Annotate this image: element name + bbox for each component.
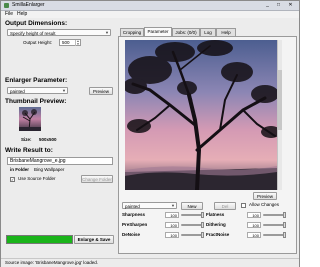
progress-bar: [6, 235, 73, 244]
flatness-value[interactable]: 100: [247, 212, 261, 218]
chevron-down-icon: ▼: [171, 203, 175, 208]
preset-value: painted: [10, 89, 25, 94]
maximize-button[interactable]: □: [274, 2, 283, 8]
output-height-label: Output Height:: [23, 40, 53, 45]
denoise-label: DeNoise: [122, 232, 141, 237]
window-title: SmillaEnlarger: [12, 2, 45, 8]
presharpen-slider-handle[interactable]: [201, 222, 204, 228]
dimension-mode-value: Specify height of result: [10, 31, 56, 36]
output-height-spinbox[interactable]: 500 ▲ ▼: [59, 39, 81, 46]
in-folder-label: in Folder: [10, 167, 29, 172]
minimize-button[interactable]: _: [263, 2, 272, 8]
scrollbar-thumb[interactable]: [278, 70, 282, 130]
fractnoise-value[interactable]: 100: [247, 232, 261, 238]
sharpness-label: Sharpness: [122, 212, 146, 217]
presharpen-value[interactable]: 100: [165, 222, 179, 228]
parameter-preset-select[interactable]: painted ▼: [122, 202, 177, 209]
chevron-down-icon: ▼: [62, 88, 66, 93]
parameter-preset-value: painted: [125, 204, 140, 209]
enlarger-parameter-heading: Enlarger Parameter:: [5, 77, 68, 84]
tab-log[interactable]: Log: [200, 28, 216, 36]
preview-button[interactable]: Preview: [253, 192, 277, 200]
status-text: Source image: 'BrisbaneMangrove.jpg' loa…: [5, 260, 99, 265]
flatness-slider[interactable]: [263, 212, 286, 218]
progress-fill: [7, 236, 72, 243]
output-filename-field[interactable]: BrisbaneMangrove_e.jpg: [7, 157, 113, 165]
use-source-folder-label: Use Source Folder: [18, 176, 56, 181]
close-button[interactable]: ✕: [286, 2, 295, 8]
menu-help[interactable]: Help: [17, 11, 27, 18]
fractnoise-slider[interactable]: [263, 232, 286, 238]
fractnoise-slider-handle[interactable]: [283, 232, 286, 238]
left-preview-button[interactable]: Preview: [89, 87, 113, 95]
preview-image: [125, 40, 277, 190]
tab-help[interactable]: Help: [216, 28, 236, 36]
app-icon: [4, 3, 9, 8]
spin-arrows-icon[interactable]: ▲ ▼: [75, 40, 80, 46]
dithering-slider-handle[interactable]: [283, 222, 286, 228]
sharpness-slider-handle[interactable]: [201, 212, 204, 218]
folder-name: Bing Wallpaper: [34, 167, 65, 172]
app-window: SmillaEnlarger _ □ ✕ File Help Output Di…: [0, 0, 300, 267]
tab-cropping[interactable]: Cropping: [120, 28, 144, 36]
status-bar: Source image: 'BrisbaneMangrove.jpg' loa…: [1, 258, 299, 267]
tab-jobs[interactable]: Jobs: (0/0): [172, 28, 200, 36]
denoise-slider-handle[interactable]: [201, 232, 204, 238]
denoise-value[interactable]: 100: [165, 232, 179, 238]
menu-bar: File Help: [1, 11, 299, 18]
dimension-mode-select[interactable]: Specify height of result ▼: [7, 29, 111, 36]
size-label: Size:: [21, 137, 32, 142]
change-folder-button[interactable]: Change Folder: [81, 175, 113, 183]
chevron-down-icon: ▼: [105, 30, 109, 35]
new-preset-button[interactable]: New: [181, 202, 203, 210]
thumbnail-image: [19, 107, 41, 131]
flatness-slider-handle[interactable]: [283, 212, 286, 218]
allow-changes-label: Allow Changes: [249, 202, 280, 207]
denoise-slider[interactable]: [181, 232, 204, 238]
dithering-slider[interactable]: [263, 222, 286, 228]
delete-preset-button[interactable]: Del: [214, 202, 236, 210]
allow-changes-checkbox[interactable]: [241, 203, 246, 208]
preview-scrollbar[interactable]: [277, 40, 282, 190]
presharpen-slider[interactable]: [181, 222, 204, 228]
menu-file[interactable]: File: [5, 11, 13, 18]
flatness-label: Flatness: [206, 212, 225, 217]
size-value: 500x500: [39, 137, 57, 142]
thumbnail-preview-heading: Thumbnail Preview:: [5, 98, 67, 105]
write-result-heading: Write Result to:: [5, 147, 53, 154]
tab-parameter[interactable]: Parameter: [144, 27, 172, 36]
presharpen-label: PreSharpen: [122, 222, 148, 227]
preset-select[interactable]: painted ▼: [7, 87, 68, 94]
dithering-label: Dithering: [206, 222, 226, 227]
fractnoise-label: FractNoise: [206, 232, 230, 237]
output-height-value: 500: [62, 40, 70, 45]
enlarge-save-button[interactable]: Enlarge & Save: [74, 235, 114, 244]
title-bar: SmillaEnlarger _ □ ✕: [1, 1, 299, 11]
sharpness-value[interactable]: 100: [165, 212, 179, 218]
sharpness-slider[interactable]: [181, 212, 204, 218]
use-source-folder-checkbox[interactable]: ✓: [10, 177, 15, 182]
output-dimensions-heading: Output Dimensions:: [5, 20, 68, 27]
dithering-value[interactable]: 100: [247, 222, 261, 228]
